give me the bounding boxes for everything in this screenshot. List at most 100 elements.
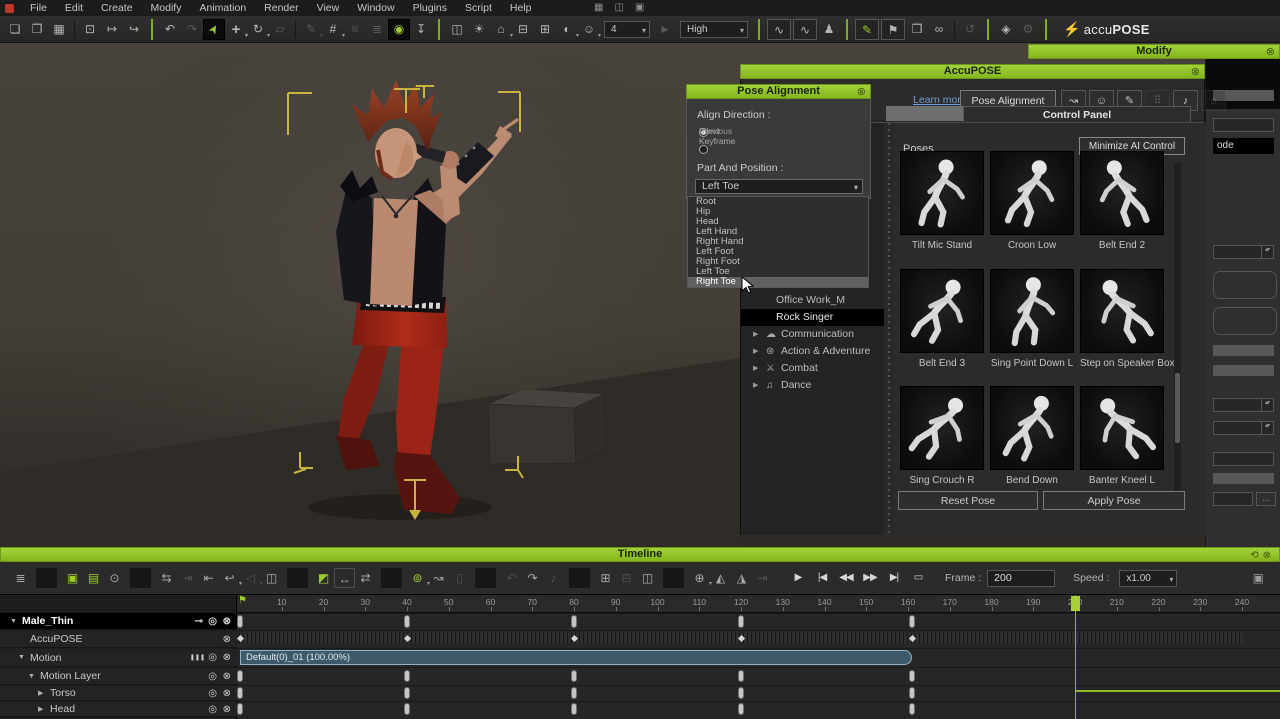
next-frame-button[interactable]: ▶▶ xyxy=(859,568,881,588)
select-tool-icon[interactable]: ➤ xyxy=(203,19,225,40)
pose-item-sing-crouch-r[interactable]: Sing Crouch R xyxy=(900,386,984,486)
dual-screen-icon[interactable]: ◫ xyxy=(614,0,623,16)
camera-view-icon[interactable]: ◐ xyxy=(556,19,578,40)
track-row-motion-layer[interactable]: ▼Motion Layer◎⊗ xyxy=(0,668,237,685)
transfer-icon[interactable]: ◈ xyxy=(995,19,1017,40)
import-icon[interactable]: ↪ xyxy=(123,19,145,40)
pose-item-tilt-mic-stand[interactable]: Tilt Mic Stand xyxy=(900,151,984,251)
loop-start-flag-icon[interactable]: ⚑ xyxy=(238,595,247,606)
pose-item-belt-end-3[interactable]: Belt End 3 xyxy=(900,269,984,369)
track-row-head[interactable]: ▶Head◎⊗ xyxy=(0,702,237,717)
scale-tool-icon[interactable]: ▱ xyxy=(269,19,291,40)
track-row-torso[interactable]: ▶Torso◎⊗ xyxy=(0,686,237,701)
menu-item[interactable]: Script xyxy=(456,0,501,16)
tree-item-office-work-m[interactable]: Office Work_M xyxy=(741,292,884,309)
move-tool-icon[interactable]: + xyxy=(225,19,247,40)
video-record-icon[interactable]: ► xyxy=(654,19,676,40)
align-icon[interactable]: ≡ xyxy=(344,19,366,40)
dock-panel-icon[interactable]: ▣ xyxy=(635,0,644,16)
keyframe[interactable] xyxy=(909,687,915,699)
redo-icon[interactable]: ↷ xyxy=(181,19,203,40)
apply-pose-button[interactable]: Apply Pose xyxy=(1043,491,1185,510)
open-project-icon[interactable]: ❐ xyxy=(26,19,48,40)
menu-item[interactable]: Help xyxy=(501,0,541,16)
play-button[interactable]: ▶ xyxy=(787,568,809,588)
modify-input[interactable] xyxy=(1213,118,1274,132)
key-icon[interactable]: ⊸ xyxy=(195,613,203,630)
expand-caret-icon[interactable]: ▶ xyxy=(38,702,43,717)
go-start-button[interactable]: |◀ xyxy=(811,568,833,588)
close-icon[interactable]: ⊗ xyxy=(1263,550,1275,561)
loop-range-button[interactable]: ▭ xyxy=(907,568,929,588)
keyframe[interactable] xyxy=(738,670,744,682)
tree-item-combat[interactable]: ▶⚔Combat xyxy=(741,360,884,377)
timeline-ruler[interactable]: 1020304050607080901001101201301401501601… xyxy=(237,595,1280,613)
bars-icon[interactable]: ❚❚❚ xyxy=(190,649,205,667)
swap-clip-icon[interactable]: ⇆ xyxy=(156,568,177,588)
pose-item-step-on-speaker-box[interactable]: Step on Speaker Box xyxy=(1080,269,1164,369)
radio-option[interactable]: Next Keyframe xyxy=(699,141,715,158)
modify-spinner[interactable] xyxy=(1213,398,1274,412)
status-icon[interactable]: ◎ xyxy=(208,668,217,685)
menu-item[interactable]: Render xyxy=(255,0,307,16)
zoom-timeline-icon[interactable]: ⊕ xyxy=(689,568,710,588)
tree-item-action-adventure[interactable]: ▶⊛Action & Adventure xyxy=(741,343,884,360)
collapse-caret-icon[interactable]: ▼ xyxy=(28,668,35,685)
range-select-icon[interactable]: ◩ xyxy=(313,568,334,588)
edit-motion-icon[interactable]: ✎ xyxy=(855,19,879,40)
workspace-icon[interactable]: ◫ xyxy=(446,19,468,40)
menu-item[interactable]: Plugins xyxy=(404,0,456,16)
paint-tool-icon[interactable]: ✎ xyxy=(300,19,322,40)
snap-tool-icon[interactable]: # xyxy=(322,19,344,40)
pose-item-banter-kneel-l[interactable]: Banter Kneel L xyxy=(1080,386,1164,486)
menu-item[interactable]: Window xyxy=(348,0,403,16)
modify-spinner[interactable] xyxy=(1213,245,1274,259)
collapse-caret-icon[interactable]: ▼ xyxy=(10,613,17,630)
close-icon[interactable]: ⊗ xyxy=(857,85,866,99)
new-project-icon[interactable]: ❏ xyxy=(4,19,26,40)
layout-grid-icon[interactable]: ▦ xyxy=(594,0,603,16)
keyframe[interactable] xyxy=(738,703,744,715)
keyframe[interactable] xyxy=(237,615,243,628)
home-view-icon[interactable]: ⌂ xyxy=(490,19,512,40)
remove-icon[interactable]: ⊗ xyxy=(223,631,231,648)
dropdown-item-root[interactable]: Root xyxy=(688,197,868,207)
keyframe[interactable] xyxy=(738,615,744,628)
motion-path-icon[interactable]: ↝ xyxy=(428,568,449,588)
remove-icon[interactable]: ⊗ xyxy=(223,702,231,717)
undo-icon[interactable]: ↶ xyxy=(159,19,181,40)
collapse-caret-icon[interactable]: ▼ xyxy=(18,649,25,667)
export-icon[interactable]: ↦ xyxy=(101,19,123,40)
object-key-icon[interactable]: ⊙ xyxy=(104,568,125,588)
modify-spinner[interactable] xyxy=(1213,421,1274,435)
expand-caret-icon[interactable]: ▶ xyxy=(753,377,758,394)
go-end-button[interactable]: ▶| xyxy=(883,568,905,588)
delete-frame-icon[interactable]: ⊟ xyxy=(616,568,637,588)
tree-item-rock-singer[interactable]: Rock Singer xyxy=(741,309,884,326)
loop-clip-icon[interactable]: ↩ xyxy=(219,568,240,588)
edit-mode-button[interactable]: ode xyxy=(1213,138,1274,154)
panel-splitter[interactable] xyxy=(884,123,894,535)
curve-editor-icon[interactable]: ∿ xyxy=(767,19,791,40)
track-lanes[interactable]: 1020304050607080901001101201301401501601… xyxy=(237,595,1280,719)
pose-item-croon-low[interactable]: Croon Low xyxy=(990,151,1074,251)
link-constraint-icon[interactable]: ∞ xyxy=(928,19,950,40)
modify-widget-bar[interactable] xyxy=(1213,345,1274,356)
tab-inactive[interactable] xyxy=(886,106,963,121)
dialog-header[interactable]: Pose Alignment ⊗ xyxy=(686,84,871,99)
status-icon[interactable]: ◎ xyxy=(208,649,217,667)
part-position-dropdown[interactable]: Left Toe ▾ xyxy=(695,179,863,194)
menu-item[interactable]: File xyxy=(21,0,56,16)
align-alt-icon[interactable]: ≣ xyxy=(366,19,388,40)
keyframe[interactable] xyxy=(404,615,410,628)
stretch-clip-icon[interactable]: ⇄ xyxy=(355,568,376,588)
collect-clip-icon[interactable]: ▣ xyxy=(62,568,83,588)
curve-motion-icon[interactable]: ∿ xyxy=(793,19,817,40)
flag-pose-icon[interactable]: ⚑ xyxy=(881,19,905,40)
keyframe[interactable] xyxy=(404,687,410,699)
prev-frame-button[interactable]: ◀◀ xyxy=(835,568,857,588)
clipboard-icon[interactable]: ❒ xyxy=(906,19,928,40)
fit-range-icon[interactable]: ↔ xyxy=(334,568,355,588)
insert-frame-icon[interactable]: ⊞ xyxy=(595,568,616,588)
remove-icon[interactable]: ⊗ xyxy=(223,613,231,630)
